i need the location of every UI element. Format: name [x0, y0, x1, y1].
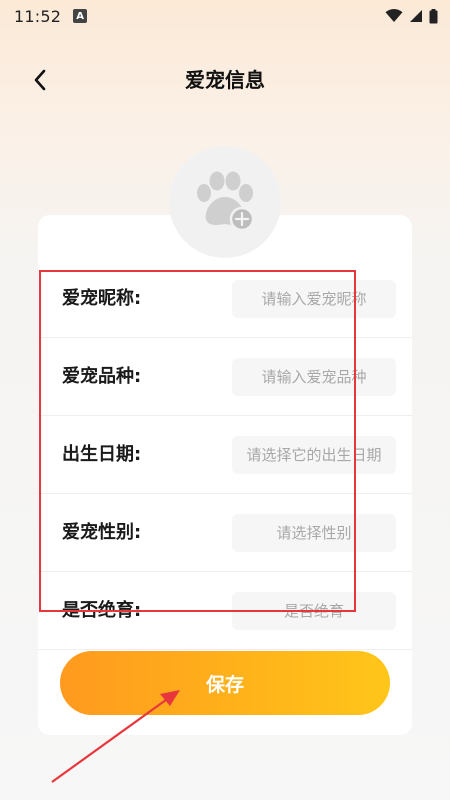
form-row-breed: 爱宠品种:	[38, 338, 412, 416]
status-time: 11:52	[14, 6, 62, 26]
birthdate-label: 出生日期:	[62, 444, 142, 465]
form-row-birthdate: 出生日期:	[38, 416, 412, 494]
form-row-gender: 爱宠性别:	[38, 494, 412, 572]
status-bar: 11:52 A	[0, 0, 450, 32]
battery-icon	[429, 8, 438, 23]
back-button[interactable]	[22, 62, 58, 98]
signal-icon	[410, 10, 422, 22]
neutered-select[interactable]	[232, 592, 396, 630]
nickname-input[interactable]	[232, 280, 396, 318]
wifi-icon	[385, 9, 403, 22]
notification-a-icon: A	[73, 9, 88, 23]
nickname-label: 爱宠昵称:	[62, 288, 142, 309]
page-title: 爱宠信息	[185, 67, 265, 92]
form-row-nickname: 爱宠昵称:	[38, 260, 412, 338]
chevron-left-icon	[34, 69, 46, 91]
avatar-upload[interactable]	[169, 146, 281, 258]
birthdate-picker[interactable]	[232, 436, 396, 474]
breed-label: 爱宠品种:	[62, 366, 142, 387]
save-button[interactable]: 保存	[60, 651, 390, 715]
form-row-neutered: 是否绝育:	[38, 572, 412, 650]
gender-label: 爱宠性别:	[62, 522, 142, 543]
nav-bar: 爱宠信息	[0, 52, 450, 104]
plus-circle-icon	[229, 206, 255, 232]
breed-input[interactable]	[232, 358, 396, 396]
status-icons	[385, 8, 438, 24]
paw-icon	[197, 171, 255, 232]
neutered-label: 是否绝育:	[62, 600, 142, 621]
gender-select[interactable]	[232, 514, 396, 552]
